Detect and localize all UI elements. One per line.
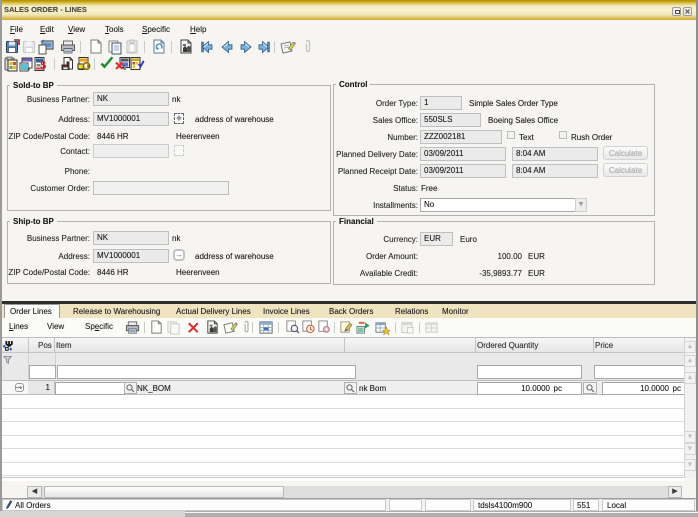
svg-text:$: $ (41, 61, 47, 72)
